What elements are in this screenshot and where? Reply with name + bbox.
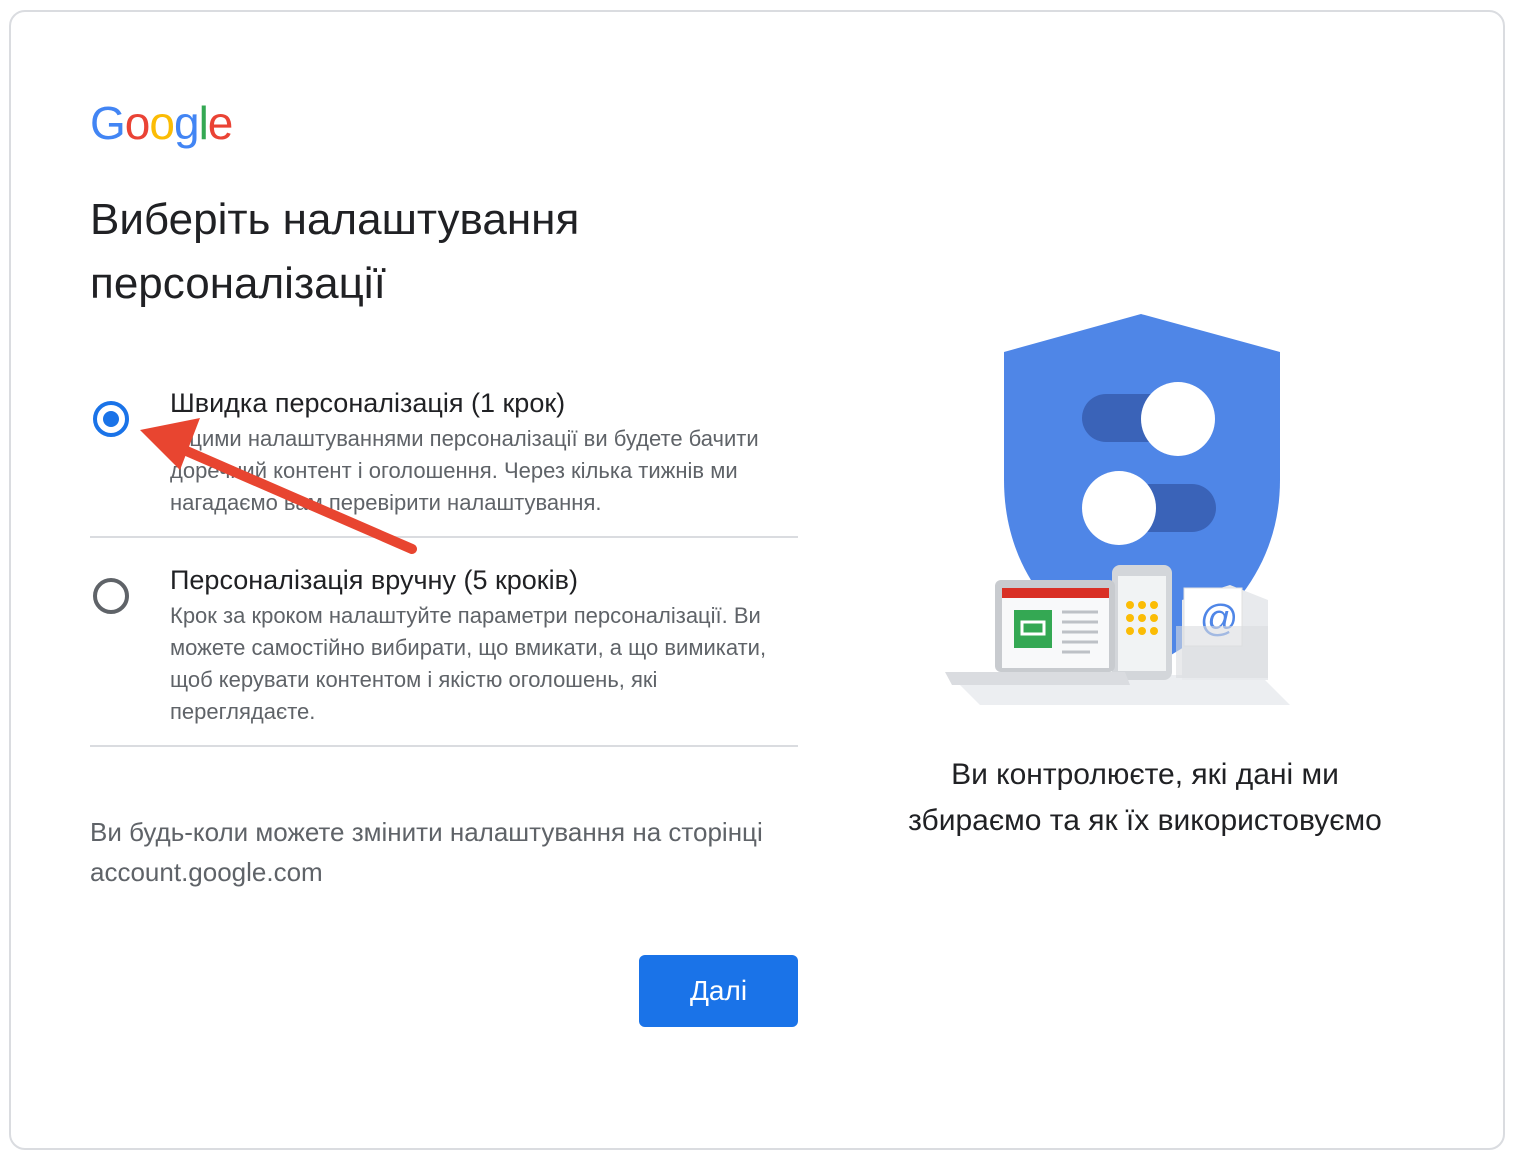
settings-note: Ви будь-коли можете змінити налаштування… xyxy=(90,817,763,887)
toggle-knob-icon xyxy=(1082,471,1156,545)
logo-letter: o xyxy=(124,97,151,149)
option-manual-personalization[interactable]: Персоналізація вручну (5 кроків) Крок за… xyxy=(90,560,798,747)
logo-letter: e xyxy=(207,97,234,149)
option-title: Персоналізація вручну (5 кроків) xyxy=(170,565,578,595)
option-description: З цими налаштуваннями персоналізації ви … xyxy=(170,426,759,515)
radio-button-selected[interactable] xyxy=(93,401,129,437)
privacy-shield-illustration: @ xyxy=(945,314,1290,705)
option-quick-personalization[interactable]: Швидка персоналізація (1 крок) З цими на… xyxy=(90,383,798,538)
option-description: Крок за кроком налаштуйте параметри перс… xyxy=(170,603,767,724)
next-button[interactable]: Далі xyxy=(639,955,798,1027)
google-logo: Google xyxy=(90,97,234,149)
illustration-caption: Ви контролюєте, які дані ми збираємо та … xyxy=(908,758,1382,837)
page-title: Виберіть налаштування персоналізації xyxy=(90,195,580,308)
option-title: Швидка персоналізація (1 крок) xyxy=(170,388,566,418)
toggle-knob-icon xyxy=(1141,382,1215,456)
radio-button-unselected[interactable] xyxy=(93,578,129,614)
logo-letter: l xyxy=(198,97,209,149)
logo-letter: o xyxy=(149,97,175,149)
logo-letter: g xyxy=(173,97,200,149)
logo-letter: G xyxy=(90,97,126,149)
